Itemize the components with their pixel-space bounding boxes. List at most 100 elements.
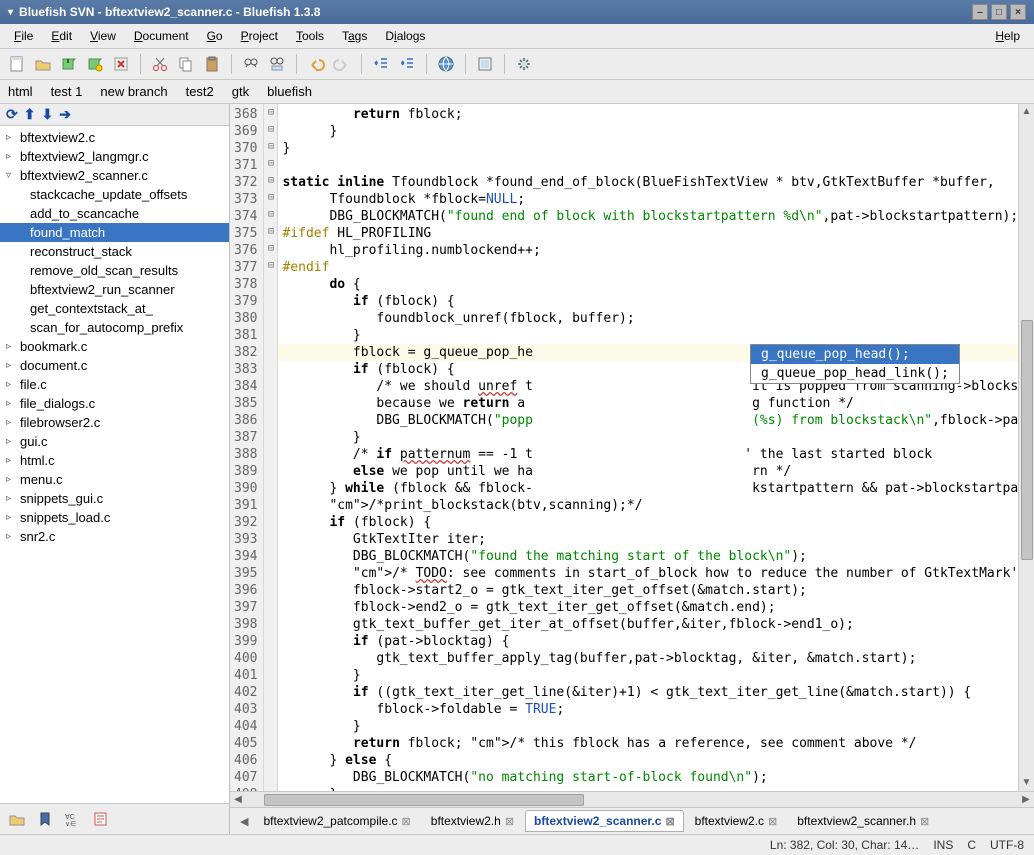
code-area[interactable]: return fblock; }} static inline Tfoundbl… [278, 104, 1034, 791]
horizontal-scrollbar[interactable]: ◀ ▶ [230, 791, 1034, 807]
tree-child-node[interactable]: get_contextstack_at_ [0, 299, 229, 318]
menu-document[interactable]: Document [126, 26, 197, 46]
cut-icon[interactable] [149, 53, 171, 75]
menu-project[interactable]: Project [233, 26, 286, 46]
quickbar-item[interactable]: html [6, 82, 35, 101]
file-tab[interactable]: bftextview2_scanner.h⊠ [788, 810, 938, 832]
redo-icon[interactable] [331, 53, 353, 75]
maximize-button[interactable]: □ [991, 4, 1007, 20]
collapse-icon[interactable]: ➔ [59, 106, 71, 123]
charmap-tab-icon[interactable]: ∀C∨∈ [62, 808, 84, 830]
autocomplete-popup[interactable]: g_queue_pop_head(); g_queue_pop_head_lin… [750, 344, 960, 384]
autocomplete-item[interactable]: g_queue_pop_head_link(); [751, 364, 959, 383]
tree-node[interactable]: ▿bftextview2_scanner.c [0, 166, 229, 185]
tree-child-node[interactable]: bftextview2_run_scanner [0, 280, 229, 299]
tree-child-node[interactable]: stackcache_update_offsets [0, 185, 229, 204]
find-icon[interactable] [240, 53, 262, 75]
folder-tab-icon[interactable] [6, 808, 28, 830]
tree-child-node[interactable]: scan_for_autocomp_prefix [0, 318, 229, 337]
up-arrow-icon[interactable]: ⬆ [24, 106, 36, 123]
quickbar-item[interactable]: bluefish [265, 82, 314, 101]
file-tab[interactable]: bftextview2.h⊠ [422, 810, 523, 832]
save-icon[interactable] [58, 53, 80, 75]
tree-node[interactable]: ▹menu.c [0, 470, 229, 489]
snippets-tab-icon[interactable] [90, 808, 112, 830]
svg-text:∨∈: ∨∈ [65, 821, 76, 827]
file-tab[interactable]: bftextview2.c⊠ [686, 810, 787, 832]
tree-node[interactable]: ▹snr2.c [0, 527, 229, 546]
fullscreen-icon[interactable] [474, 53, 496, 75]
window-title: Bluefish SVN - bftextview2_scanner.c - B… [19, 5, 320, 19]
editor: 3683693703713723733743753763773783793803… [230, 104, 1034, 834]
file-tab[interactable]: bftextview2_patcompile.c⊠ [254, 810, 419, 832]
undo-icon[interactable] [305, 53, 327, 75]
menu-go[interactable]: Go [199, 26, 231, 46]
save-as-icon[interactable] [84, 53, 106, 75]
indent-icon[interactable] [396, 53, 418, 75]
menu-file[interactable]: File [6, 26, 41, 46]
tree-node[interactable]: ▹bftextview2_langmgr.c [0, 147, 229, 166]
preferences-icon[interactable] [513, 53, 535, 75]
tree-node[interactable]: ▹gui.c [0, 432, 229, 451]
find-replace-icon[interactable] [266, 53, 288, 75]
tree-node[interactable]: ▹snippets_gui.c [0, 489, 229, 508]
quickbar-item[interactable]: gtk [230, 82, 251, 101]
open-file-icon[interactable] [32, 53, 54, 75]
tree-node[interactable]: ▹document.c [0, 356, 229, 375]
close-tab-icon[interactable]: ⊠ [505, 815, 514, 828]
unindent-icon[interactable] [370, 53, 392, 75]
menubar: File Edit View Document Go Project Tools… [0, 24, 1034, 49]
copy-icon[interactable] [175, 53, 197, 75]
tree-child-node[interactable]: remove_old_scan_results [0, 261, 229, 280]
down-arrow-icon[interactable]: ⬇ [41, 106, 53, 123]
menu-view[interactable]: View [82, 26, 124, 46]
browser-preview-icon[interactable] [435, 53, 457, 75]
tree-node[interactable]: ▹file_dialogs.c [0, 394, 229, 413]
refresh-icon[interactable]: ⟳ [6, 106, 18, 123]
quickbar-item[interactable]: test2 [184, 82, 216, 101]
fold-gutter[interactable]: ⊟⊟⊟⊟⊟⊟⊟⊟⊟⊟ [264, 104, 278, 791]
tab-nav-left-icon[interactable]: ◀ [236, 815, 252, 828]
scroll-right-icon[interactable]: ▶ [1018, 794, 1034, 805]
autocomplete-item[interactable]: g_queue_pop_head(); [751, 345, 959, 364]
outline-tree[interactable]: ▹bftextview2.c▹bftextview2_langmgr.c▿bft… [0, 126, 229, 803]
tree-node[interactable]: ▹file.c [0, 375, 229, 394]
tree-child-node[interactable]: reconstruct_stack [0, 242, 229, 261]
new-file-icon[interactable] [6, 53, 28, 75]
menu-edit[interactable]: Edit [43, 26, 80, 46]
menu-tags[interactable]: Tags [334, 26, 375, 46]
close-tab-icon[interactable]: ⊠ [665, 815, 674, 828]
close-tab-icon[interactable]: ⊠ [768, 815, 777, 828]
scroll-thumb[interactable] [1021, 320, 1033, 560]
file-tab[interactable]: bftextview2_scanner.c⊠ [525, 810, 684, 832]
tree-node[interactable]: ▹bftextview2.c [0, 128, 229, 147]
tree-node[interactable]: ▹bookmark.c [0, 337, 229, 356]
sidebar-bottom-tabs: ∀C∨∈ [0, 803, 229, 834]
scroll-down-icon[interactable]: ▼ [1022, 775, 1032, 791]
close-file-icon[interactable] [110, 53, 132, 75]
close-tab-icon[interactable]: ⊠ [920, 815, 929, 828]
menu-tools[interactable]: Tools [288, 26, 332, 46]
status-insert-mode: INS [933, 838, 953, 852]
quickbar-item[interactable]: new branch [98, 82, 169, 101]
scroll-up-icon[interactable]: ▲ [1022, 104, 1032, 120]
quickbar-item[interactable]: test 1 [49, 82, 85, 101]
window-menu-icon[interactable]: ▾ [8, 7, 13, 18]
scroll-left-icon[interactable]: ◀ [230, 794, 246, 805]
menu-help[interactable]: Help [987, 26, 1028, 46]
tree-node[interactable]: ▹snippets_load.c [0, 508, 229, 527]
menu-dialogs[interactable]: Dialogs [377, 26, 433, 46]
tree-node[interactable]: ▹html.c [0, 451, 229, 470]
tree-child-node[interactable]: found_match [0, 223, 229, 242]
svg-text:∀C: ∀C [65, 813, 75, 821]
close-button[interactable]: × [1010, 4, 1026, 20]
vertical-scrollbar[interactable]: ▲ ▼ [1018, 104, 1034, 791]
bookmark-tab-icon[interactable] [34, 808, 56, 830]
tree-child-node[interactable]: add_to_scancache [0, 204, 229, 223]
close-tab-icon[interactable]: ⊠ [402, 815, 411, 828]
tree-node[interactable]: ▹filebrowser2.c [0, 413, 229, 432]
scroll-thumb[interactable] [264, 794, 584, 806]
paste-icon[interactable] [201, 53, 223, 75]
minimize-button[interactable]: – [972, 4, 988, 20]
status-position: Ln: 382, Col: 30, Char: 14… [770, 838, 919, 852]
